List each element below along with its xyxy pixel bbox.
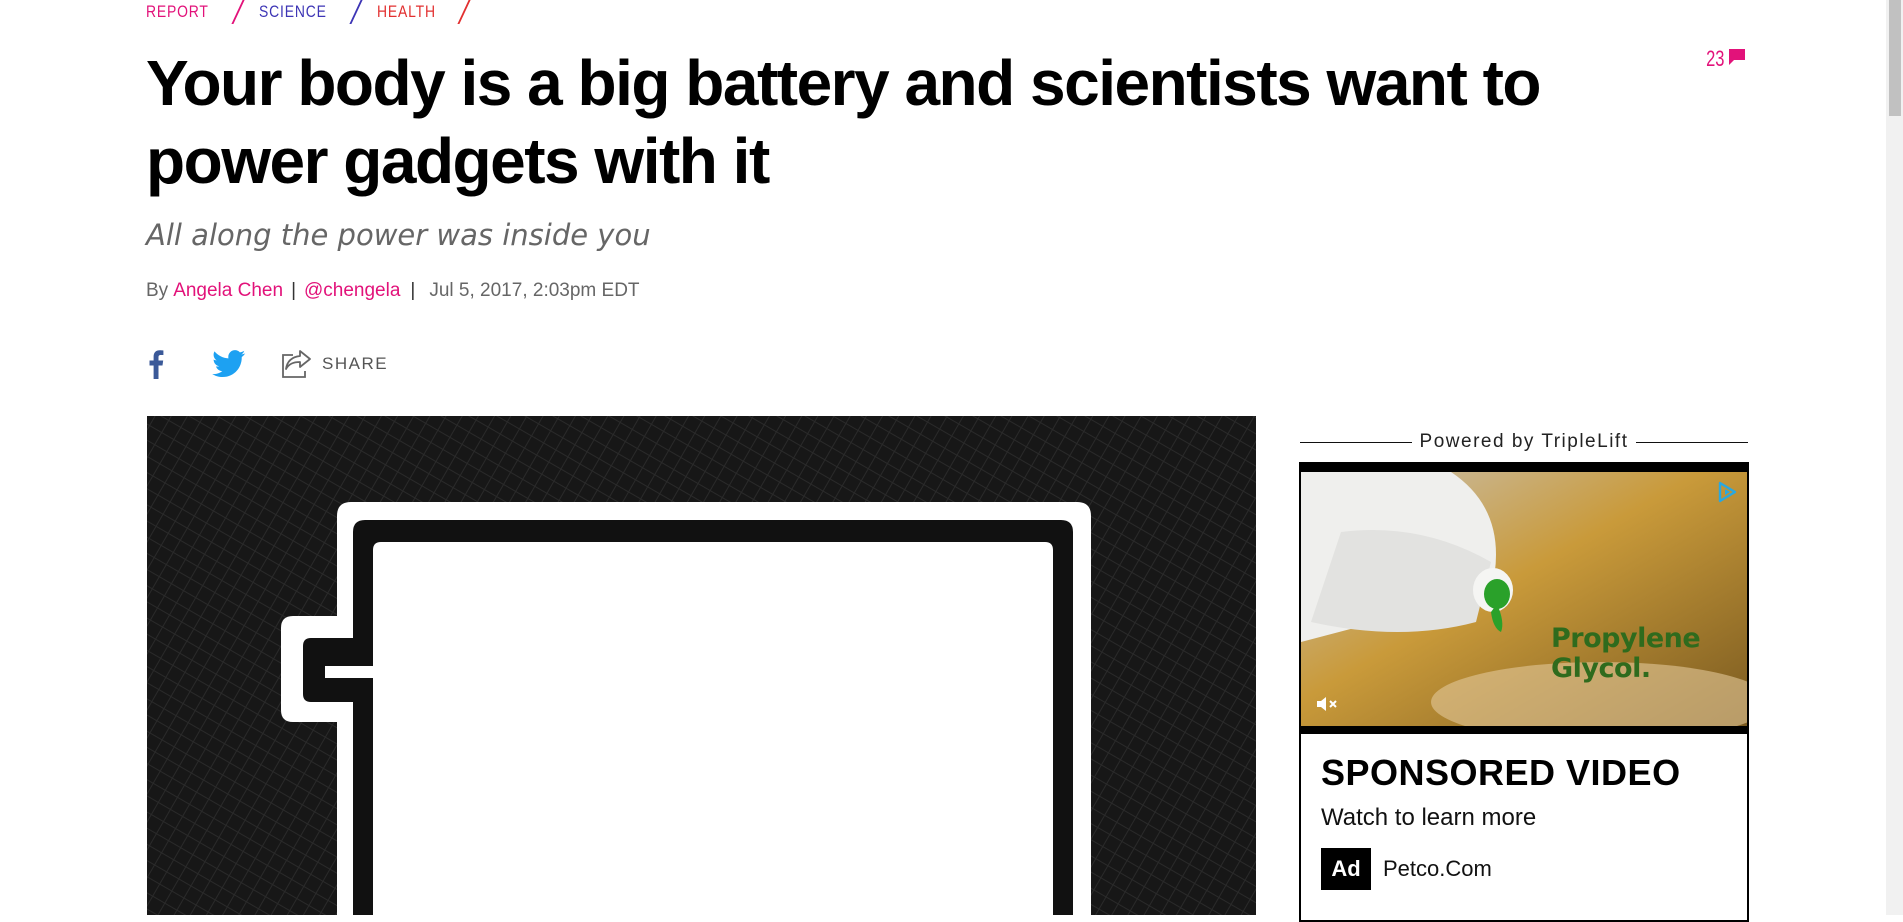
- breadcrumb-divider: [349, 0, 363, 24]
- byline: By Angela Chen | @chengela | Jul 5, 2017…: [146, 280, 640, 302]
- ad-advertiser[interactable]: Ad Petco.Com: [1321, 848, 1727, 890]
- breadcrumb: Report Science Health: [146, 0, 485, 24]
- ad-badge: Ad: [1321, 848, 1371, 890]
- author-link[interactable]: Angela Chen: [173, 280, 283, 302]
- comment-count[interactable]: 23: [1706, 46, 1724, 72]
- sponsored-ad-card[interactable]: Propylene Glycol. SPONSORED VIDEO Watch …: [1299, 462, 1749, 922]
- adchoices-icon[interactable]: [1715, 480, 1739, 504]
- ad-caption-line: Propylene: [1551, 623, 1701, 654]
- publish-timestamp: Jul 5, 2017, 2:03pm EDT: [429, 280, 640, 301]
- ad-video-player[interactable]: Propylene Glycol.: [1301, 472, 1747, 726]
- ad-video-caption: Propylene Glycol.: [1551, 623, 1701, 684]
- powered-by-label: Powered by TripleLift: [1419, 431, 1629, 452]
- breadcrumb-label[interactable]: Science: [259, 2, 327, 22]
- powered-by-header: Powered by TripleLift: [1300, 430, 1749, 454]
- breadcrumb-item-health[interactable]: Health: [377, 0, 485, 24]
- breadcrumb-divider: [230, 0, 245, 24]
- ad-body[interactable]: SPONSORED VIDEO Watch to learn more Ad P…: [1301, 734, 1747, 890]
- ad-bottom-bar: [1301, 726, 1747, 734]
- mute-icon[interactable]: [1315, 692, 1339, 716]
- page-scrollbar[interactable]: [1886, 0, 1903, 915]
- scrollbar-thumb[interactable]: [1889, 0, 1901, 116]
- ad-caption-line: Glycol.: [1551, 653, 1651, 684]
- breadcrumb-divider: [457, 0, 471, 24]
- breadcrumb-item-science[interactable]: Science: [259, 0, 378, 24]
- share-bar: SHARE: [146, 346, 388, 382]
- facebook-icon[interactable]: [146, 348, 166, 380]
- byline-separator: |: [410, 280, 416, 301]
- comments-link[interactable]: 23: [1700, 46, 1746, 72]
- share-label[interactable]: SHARE: [322, 354, 388, 374]
- breadcrumb-label[interactable]: Health: [377, 2, 436, 22]
- byline-separator: |: [291, 280, 296, 301]
- author-twitter-handle[interactable]: @chengela: [304, 280, 400, 302]
- comment-bubble-icon[interactable]: [1728, 48, 1746, 71]
- ad-top-bar: [1301, 464, 1747, 472]
- page-title: Your body is a big battery and scientist…: [146, 47, 1542, 197]
- ad-description[interactable]: Watch to learn more: [1321, 804, 1727, 832]
- byline-prefix: By: [146, 280, 169, 301]
- divider: [1300, 441, 1412, 443]
- article-subtitle: All along the power was inside you: [146, 218, 651, 252]
- advertiser-name[interactable]: Petco.Com: [1383, 856, 1492, 882]
- breadcrumb-item-report[interactable]: Report: [146, 0, 259, 24]
- share-icon[interactable]: [280, 348, 312, 380]
- divider: [1636, 441, 1749, 443]
- ad-headline[interactable]: SPONSORED VIDEO: [1321, 752, 1727, 794]
- twitter-icon[interactable]: [212, 348, 246, 380]
- hero-image: [147, 416, 1256, 915]
- breadcrumb-label[interactable]: Report: [146, 2, 209, 22]
